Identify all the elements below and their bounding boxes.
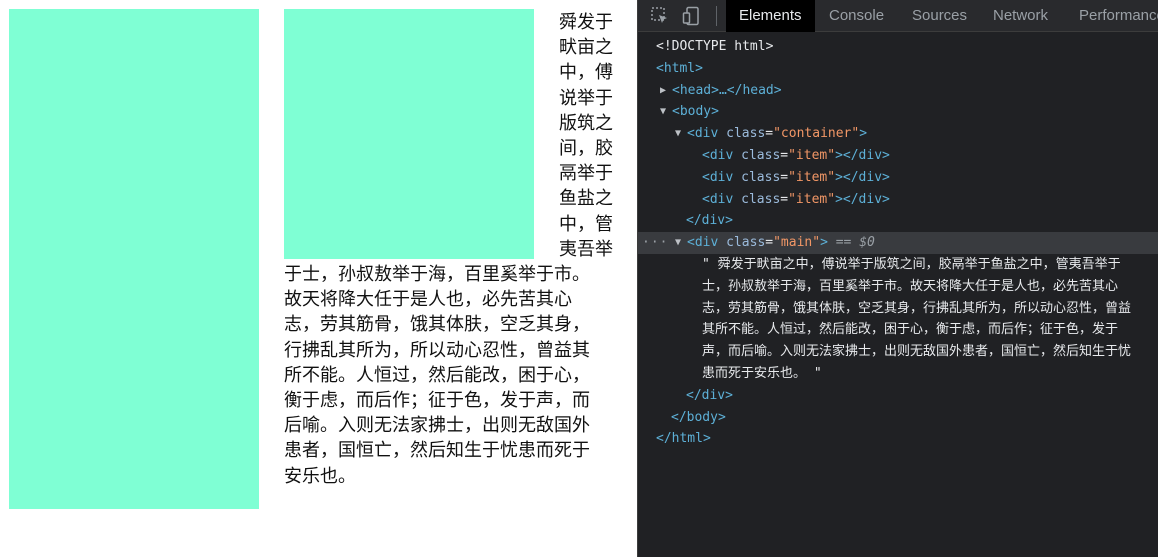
- paragraph-line: 于士，孙叔敖举于海，百里奚举于市。: [284, 264, 590, 286]
- paragraph-line: 舜发于: [559, 12, 613, 33]
- dom-text-node-line[interactable]: 患而死于安乐也。 ": [638, 363, 1158, 385]
- dom-node-container-close[interactable]: </div>: [638, 210, 1158, 232]
- div-close-tag: </div>: [842, 191, 890, 207]
- dom-text-node-line[interactable]: 志，劳其筋骨，饿其体肤，空乏其身，行拂乱其所为，所以动心忍性，曾益: [638, 298, 1158, 320]
- paragraph-line: 患者，国恒亡，然后知生于忧患而死于: [284, 440, 590, 462]
- dom-node-main-close[interactable]: </div>: [638, 385, 1158, 407]
- item-attr-value: "item": [788, 169, 836, 185]
- paragraph-line: 畎亩之: [559, 37, 613, 59]
- body-open-tag: <body>: [672, 104, 719, 120]
- item-attr-name: class: [741, 147, 781, 163]
- devtools-panel: Elements Console Sources Network Perform…: [637, 0, 1158, 557]
- text-node-line: 士，孙叔敖举于海，百里奚举于市。故天将降大任于是人也，必先苦其心: [702, 278, 1119, 294]
- paragraph-line: 衡于虑，而后作；征于色，发于声，而: [284, 390, 590, 412]
- paragraph-line: 志，劳其筋骨，饿其体肤，空乏其身，: [284, 314, 590, 336]
- dom-node-doctype[interactable]: <!DOCTYPE html>: [638, 36, 1158, 58]
- toolbar-divider: [716, 6, 717, 26]
- paragraph-line: 中，管: [559, 213, 613, 235]
- item-tag-name: div: [709, 169, 734, 185]
- paragraph-line: 鬲举于: [559, 163, 613, 185]
- text-node-line: " 舜发于畎亩之中，傅说举于版筑之间，胶鬲举于鱼盐之中，管夷吾举于: [702, 256, 1121, 272]
- paragraph-line: 行拂乱其所为，所以动心忍性，曾益其: [284, 339, 590, 361]
- dom-node-item[interactable]: <div class="item"></div>: [638, 167, 1158, 189]
- container-attr-name: class: [726, 126, 766, 142]
- div-close-tag: </div>: [842, 147, 890, 163]
- div-close-tag: </div>: [686, 213, 733, 229]
- dom-node-item[interactable]: <div class="item"></div>: [638, 145, 1158, 167]
- head-tag: <head>…</head>: [672, 82, 782, 98]
- device-toolbar-icon[interactable]: [682, 6, 702, 26]
- paragraph-line: 所不能。人恒过，然后能改，困于心，: [284, 364, 590, 386]
- collapse-triangle-icon[interactable]: ▼: [675, 232, 687, 254]
- main-paragraph: 舜发于 畎亩之 中，傅 说举于 版筑之 间，胶 鬲举于 鱼盐之 中，管 夷吾举 …: [284, 10, 624, 489]
- div-close-tag: </div>: [842, 169, 890, 185]
- dom-node-head[interactable]: ▶ <head>…</head>: [638, 80, 1158, 102]
- html-open-tag: <html>: [656, 60, 703, 76]
- item-attr-value: "item": [788, 147, 836, 163]
- more-options-icon[interactable]: ···: [642, 232, 668, 254]
- paragraph-line: 后喻。入则无法家拂士，出则无敌国外: [284, 415, 590, 437]
- dom-node-body-close[interactable]: </body>: [638, 407, 1158, 429]
- text-node-line: 志，劳其筋骨，饿其体肤，空乏其身，行拂乱其所为，所以动心忍性，曾益: [702, 300, 1132, 316]
- dom-node-html[interactable]: <html>: [638, 58, 1158, 80]
- dom-tree: <!DOCTYPE html> <html> ▶ <head>…</head> ▼…: [638, 36, 1158, 450]
- collapse-triangle-icon[interactable]: ▼: [660, 101, 672, 123]
- paragraph-line: 间，胶: [559, 138, 613, 160]
- dom-node-item[interactable]: <div class="item"></div>: [638, 189, 1158, 211]
- paragraph-line: 说举于: [559, 87, 613, 109]
- paragraph-line: 中，傅: [559, 62, 613, 84]
- paragraph-line: 鱼盐之: [559, 188, 613, 210]
- tab-sources[interactable]: Sources: [899, 0, 980, 32]
- main-attr-name: class: [726, 235, 766, 251]
- selected-marker: == $0: [835, 235, 875, 251]
- main-tag-name: div: [694, 235, 719, 251]
- item-attr-name: class: [741, 191, 781, 207]
- dom-text-node-line[interactable]: " 舜发于畎亩之中，傅说举于版筑之间，胶鬲举于鱼盐之中，管夷吾举于: [638, 254, 1158, 276]
- dom-node-main-selected[interactable]: ··· ▼ <div class="main"> == $0: [638, 232, 1158, 254]
- text-node-line: 其所不能。人恒过，然后能改，困于心，衡于虑，而后作；征于色，发于: [702, 322, 1119, 338]
- container-tag-name: div: [694, 126, 719, 142]
- devtools-toolbar: Elements Console Sources Network Perform…: [638, 0, 1158, 32]
- item-tag-name: div: [709, 147, 734, 163]
- text-node-line: 患而死于安乐也。 ": [702, 365, 822, 381]
- tab-elements[interactable]: Elements: [726, 0, 815, 32]
- text-node-line: 声，而后喻。入则无法家拂士，出则无敌国外患者，国恒亡，然后知生于忧: [702, 344, 1132, 360]
- item-tag-name: div: [709, 191, 734, 207]
- main-attr-value: "main": [773, 235, 821, 251]
- item-box-1: [9, 9, 259, 509]
- tab-console[interactable]: Console: [816, 0, 897, 32]
- paragraph-line: 版筑之: [559, 112, 613, 134]
- inspect-element-icon[interactable]: [650, 6, 670, 26]
- container-attr-value: "container": [773, 126, 860, 142]
- dom-node-body[interactable]: ▼ <body>: [638, 101, 1158, 123]
- collapse-triangle-icon[interactable]: ▼: [675, 123, 687, 145]
- page-viewport: 舜发于 畎亩之 中，傅 说举于 版筑之 间，胶 鬲举于 鱼盐之 中，管 夷吾举 …: [0, 0, 637, 557]
- doctype-text: <!DOCTYPE html>: [656, 39, 774, 54]
- item-attr-value: "item": [788, 191, 836, 207]
- paragraph-line: 安乐也。: [284, 465, 356, 487]
- tab-performance[interactable]: Performance: [1066, 0, 1158, 32]
- body-close-tag: </body>: [671, 409, 726, 425]
- expand-triangle-icon[interactable]: ▶: [660, 80, 672, 102]
- dom-text-node-line[interactable]: 士，孙叔敖举于海，百里奚举于市。故天将降大任于是人也，必先苦其心: [638, 276, 1158, 298]
- dom-node-html-close[interactable]: </html>: [638, 428, 1158, 450]
- dom-text-node-line[interactable]: 声，而后喻。入则无法家拂士，出则无敌国外患者，国恒亡，然后知生于忧: [638, 341, 1158, 363]
- div-close-tag: </div>: [686, 387, 733, 403]
- dom-text-node-line[interactable]: 其所不能。人恒过，然后能改，困于心，衡于虑，而后作；征于色，发于: [638, 319, 1158, 341]
- dom-node-container[interactable]: ▼ <div class="container">: [638, 123, 1158, 145]
- paragraph-line: 夷吾举: [559, 238, 613, 260]
- html-close-tag: </html>: [656, 431, 711, 447]
- tab-network[interactable]: Network: [980, 0, 1061, 32]
- item-attr-name: class: [741, 169, 781, 185]
- paragraph-line: 故天将降大任于是人也，必先苦其心: [284, 289, 572, 311]
